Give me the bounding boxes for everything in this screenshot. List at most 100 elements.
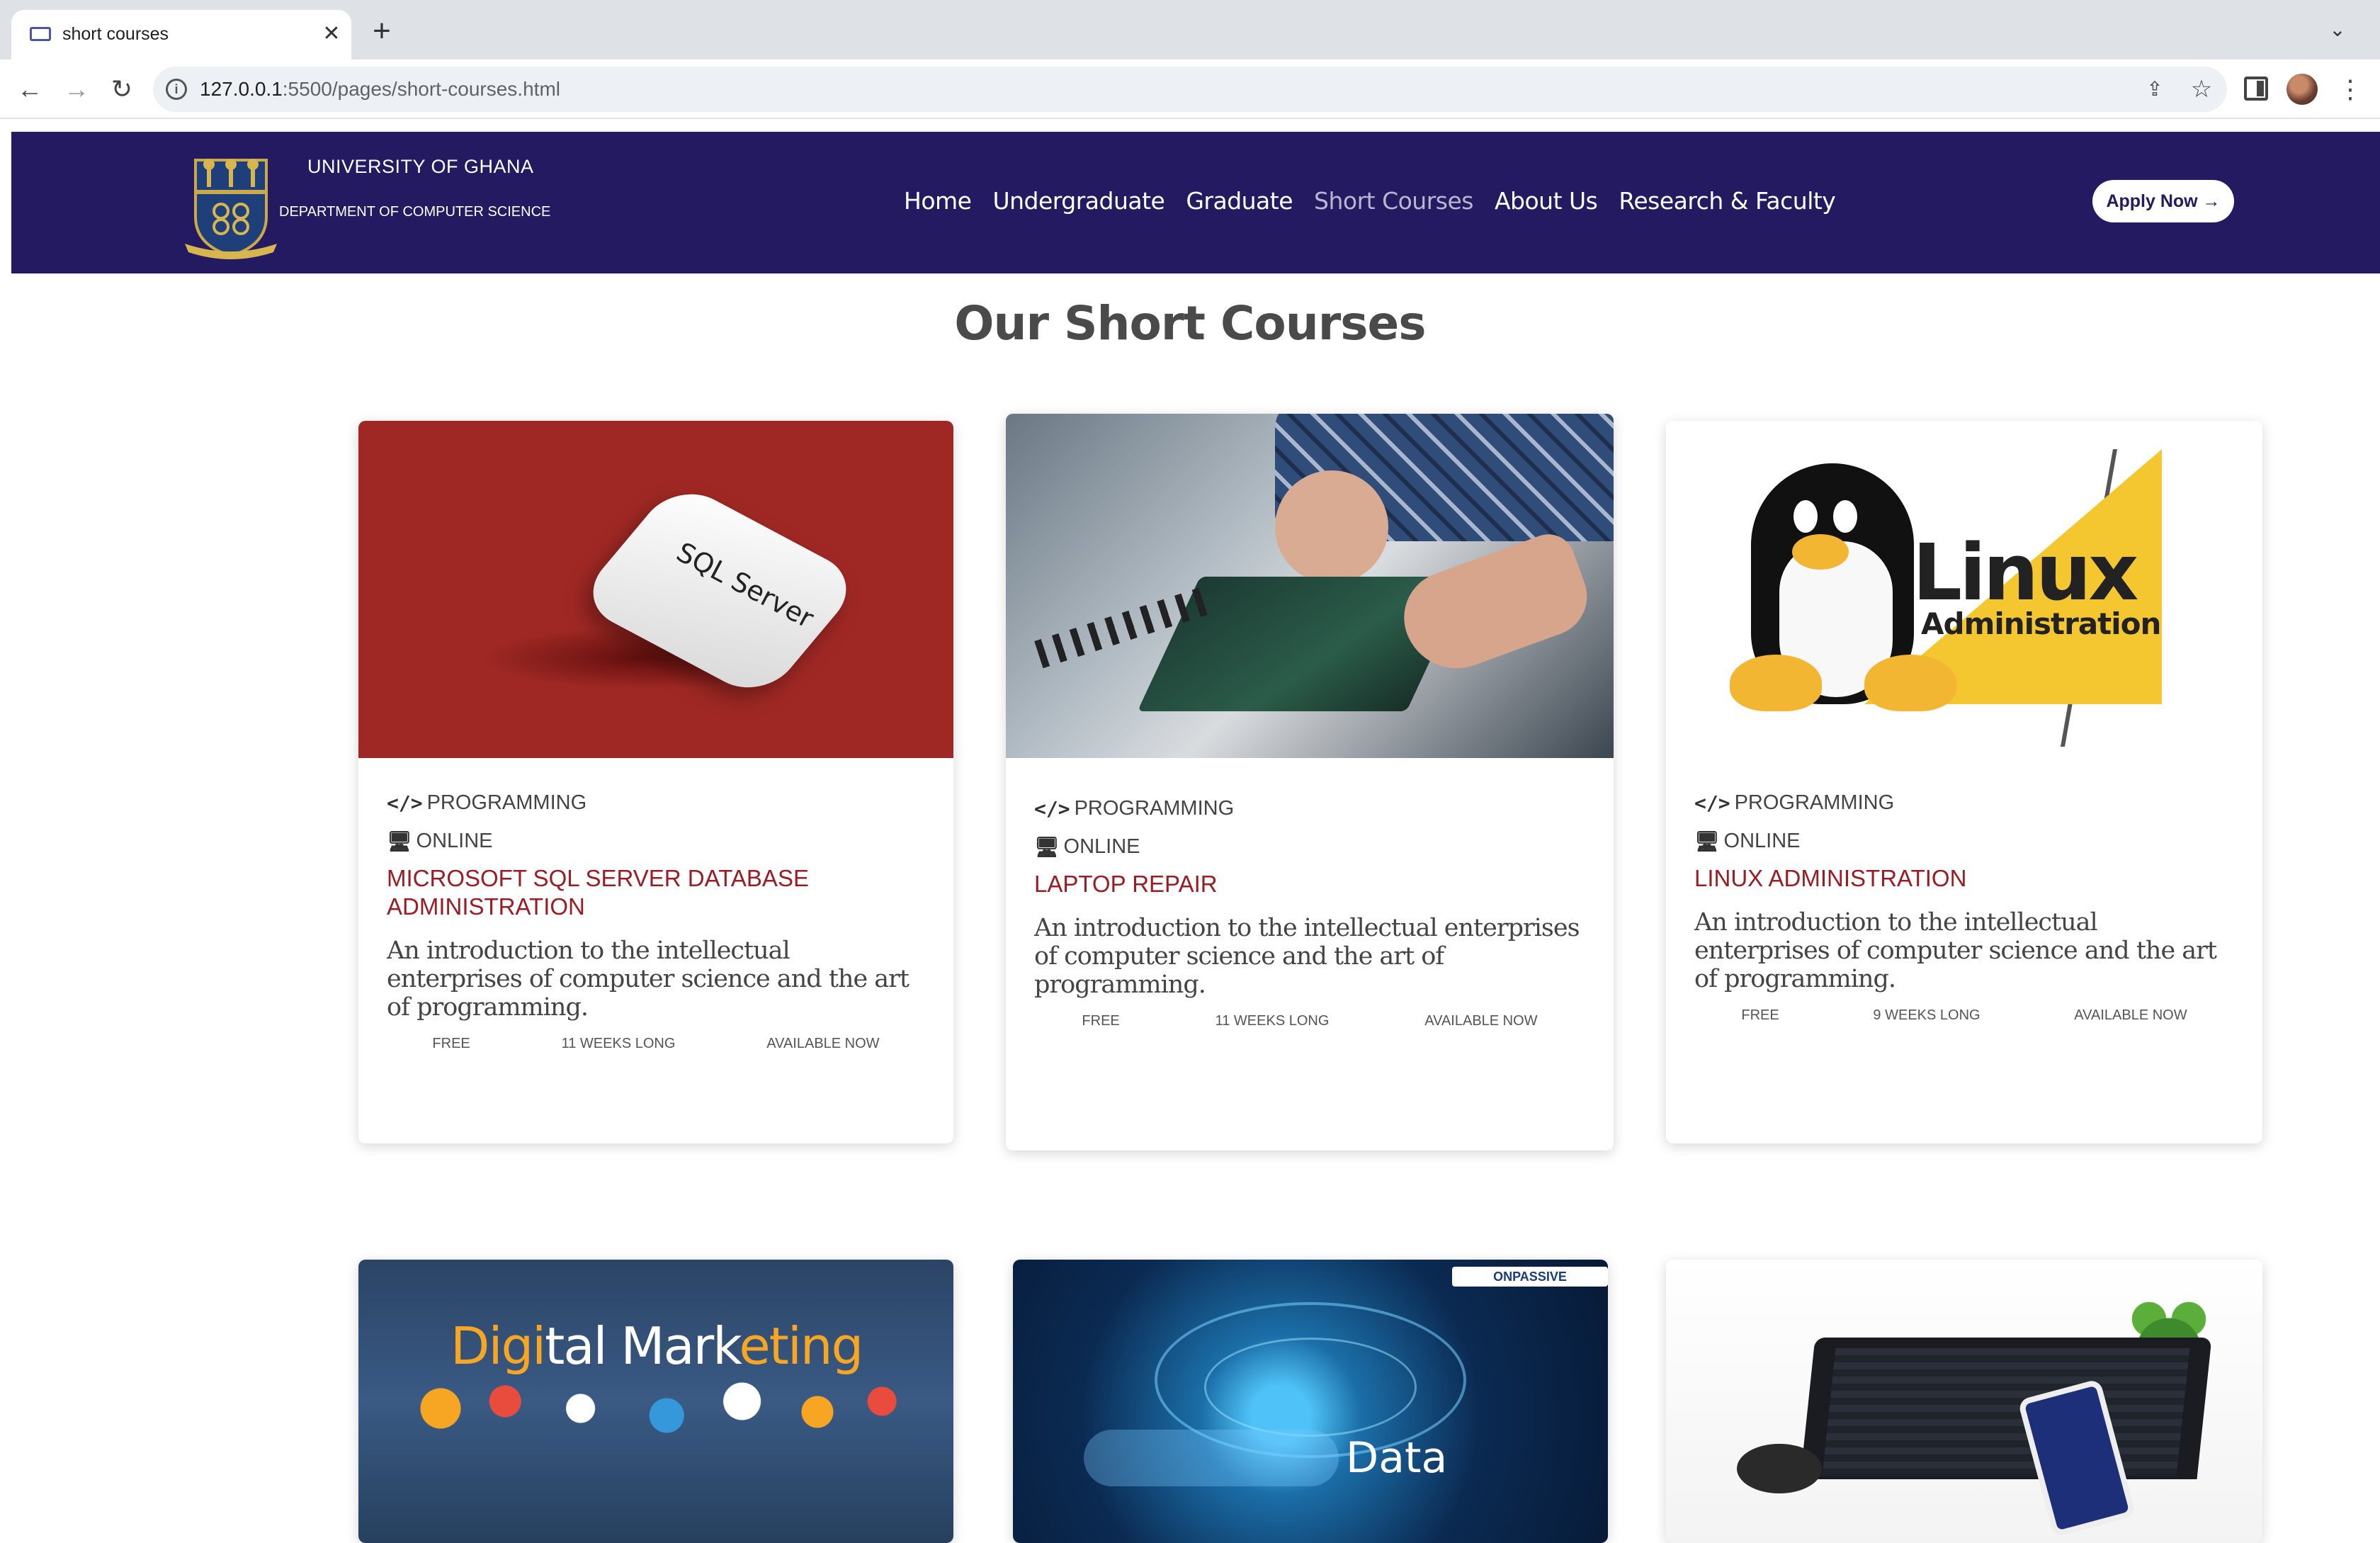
course-title[interactable]: LAPTOP REPAIR — [1034, 870, 1585, 898]
digital-marketing-image-text: Digital Marketing — [450, 1316, 863, 1376]
photo-hand-left — [1275, 470, 1388, 584]
course-mode: 🖥 ONLINE — [387, 822, 925, 860]
tab-search-icon[interactable]: ⌄ — [2323, 16, 2352, 44]
linux-logo-text: Linux — [1912, 527, 2138, 618]
nav-about-us[interactable]: About Us — [1495, 187, 1598, 215]
browser-menu-icon[interactable]: ⋮ — [2338, 72, 2363, 106]
page-title: Our Short Courses — [954, 296, 1426, 351]
new-tab-button[interactable]: + — [366, 16, 398, 48]
course-image-laptop-repair — [1006, 414, 1614, 758]
nav-home[interactable]: Home — [904, 187, 972, 215]
linux-logo-subtext: Administration — [1921, 606, 2161, 641]
site-header: UNIVERSITY OF GHANA DEPARTMENT OF COMPUT… — [11, 132, 2380, 273]
image-text-part: eting — [739, 1316, 863, 1376]
tux-eye-right — [1833, 500, 1857, 533]
course-price: FREE — [1082, 1013, 1120, 1029]
course-mode: 🖥 ONLINE — [1034, 827, 1585, 866]
course-image-development — [1666, 1260, 2262, 1543]
mouse-graphic — [1737, 1444, 1822, 1493]
course-card-development[interactable] — [1666, 1260, 2262, 1543]
course-body: </> PROGRAMMING 🖥 ONLINE LAPTOP REPAIR An … — [1006, 789, 1614, 1029]
course-price: FREE — [1741, 1007, 1779, 1023]
nav-graduate[interactable]: Graduate — [1186, 187, 1293, 215]
address-bar[interactable]: i 127.0.0.1:5500/pages/short-courses.htm… — [153, 67, 2227, 112]
marketing-icons-cluster — [387, 1373, 925, 1444]
course-title[interactable]: MICROSOFT SQL SERVER DATABASE ADMINISTRA… — [387, 864, 925, 921]
apply-now-button[interactable]: Apply Now → — [2092, 180, 2234, 222]
forward-icon[interactable]: → — [60, 72, 94, 106]
course-card-digital-marketing[interactable]: Digital Marketing — [358, 1260, 953, 1543]
tux-foot-left — [1730, 655, 1822, 711]
tab-title: short courses — [62, 24, 169, 44]
course-stats: FREE 11 WEEKS LONG AVAILABLE NOW — [387, 1036, 925, 1052]
course-card-laptop-repair[interactable]: </> PROGRAMMING 🖥 ONLINE LAPTOP REPAIR An … — [1006, 414, 1614, 1151]
code-icon: </> — [387, 791, 423, 815]
browser-tab[interactable]: short courses ✕ — [11, 10, 351, 60]
course-availability: AVAILABLE NOW — [2074, 1007, 2187, 1023]
monitor-icon: 🖥 — [1694, 829, 1720, 853]
course-stats: FREE 9 WEEKS LONG AVAILABLE NOW — [1694, 1007, 2234, 1024]
code-icon: </> — [1694, 791, 1730, 815]
university-name: UNIVERSITY OF GHANA — [307, 156, 534, 177]
course-description: An introduction to the intellectual ente… — [387, 937, 910, 1022]
favicon-icon — [30, 27, 51, 41]
code-icon: </> — [1034, 796, 1070, 820]
course-card-linux[interactable]: Linux Administration </> PROGRAMMING 🖥 ONL… — [1666, 421, 2262, 1143]
department-name: DEPARTMENT OF COMPUTER SCIENCE — [279, 204, 551, 220]
course-image-digital-marketing: Digital Marketing — [358, 1260, 953, 1543]
mode-label: ONLINE — [1723, 829, 1801, 852]
data-hand-graphic — [1084, 1430, 1339, 1486]
nav-short-courses[interactable]: Short Courses — [1314, 187, 1473, 215]
url-host: 127.0.0.1 — [200, 78, 283, 100]
course-image-sql-server: SQL Server — [358, 421, 953, 758]
monitor-icon: 🖥 — [1034, 835, 1060, 859]
nav-undergraduate[interactable]: Undergraduate — [992, 187, 1164, 215]
course-category: </> PROGRAMMING — [387, 784, 925, 822]
course-image-linux: Linux Administration — [1666, 421, 2262, 758]
course-description: An introduction to the intellectual ente… — [1034, 914, 1580, 999]
site-info-icon[interactable]: i — [166, 79, 187, 100]
course-image-data: ONPASSIVE Data — [1013, 1260, 1608, 1543]
tux-foot-right — [1864, 655, 1956, 711]
course-card-data[interactable]: ONPASSIVE Data — [1013, 1260, 1608, 1543]
nav-research-faculty[interactable]: Research & Faculty — [1619, 187, 1835, 215]
data-ring-graphic — [1204, 1338, 1417, 1437]
mode-label: ONLINE — [416, 829, 493, 852]
monitor-icon: 🖥 — [387, 829, 412, 853]
bookmark-star-icon[interactable]: ☆ — [2187, 75, 2216, 103]
course-price: FREE — [432, 1036, 470, 1051]
url-text[interactable]: 127.0.0.1:5500/pages/short-courses.html — [200, 78, 560, 101]
course-title[interactable]: LINUX ADMINISTRATION — [1694, 864, 2234, 893]
course-availability: AVAILABLE NOW — [1424, 1013, 1538, 1029]
browser-toolbar: ← → ↻ i 127.0.0.1:5500/pages/short-cours… — [0, 60, 2380, 119]
share-icon[interactable]: ⇪ — [2142, 77, 2168, 102]
course-duration: 11 WEEKS LONG — [561, 1036, 676, 1051]
data-image-text: Data — [1346, 1433, 1448, 1483]
category-label: PROGRAMMING — [1734, 791, 1895, 814]
image-text-part: Digi — [450, 1316, 546, 1376]
image-text-part: tal Mark — [545, 1316, 740, 1376]
mode-label: ONLINE — [1063, 835, 1140, 858]
url-path: :5500/pages/short-courses.html — [282, 78, 560, 100]
tux-beak — [1792, 534, 1849, 570]
course-stats: FREE 11 WEEKS LONG AVAILABLE NOW — [1034, 1013, 1585, 1029]
reload-icon[interactable]: ↻ — [105, 72, 139, 106]
course-body: </> PROGRAMMING 🖥 ONLINE LINUX ADMINISTRAT… — [1666, 784, 2262, 1024]
onpassive-logo: ONPASSIVE — [1452, 1267, 1608, 1287]
university-crest-logo[interactable] — [181, 153, 280, 259]
back-icon[interactable]: ← — [13, 72, 47, 106]
tab-close-icon[interactable]: ✕ — [317, 20, 346, 48]
course-category: </> PROGRAMMING — [1034, 789, 1585, 827]
course-body: </> PROGRAMMING 🖥 ONLINE MICROSOFT SQL SER… — [358, 784, 953, 1052]
tux-eye-left — [1794, 500, 1818, 533]
side-panel-icon[interactable] — [2244, 77, 2268, 101]
course-card-sql-server[interactable]: SQL Server </> PROGRAMMING 🖥 ONLINE MICROS… — [358, 421, 953, 1143]
main-navigation: Home Undergraduate Graduate Short Course… — [904, 187, 1836, 215]
browser-tab-bar: short courses ✕ + ⌄ — [0, 0, 2380, 60]
profile-avatar[interactable] — [2286, 74, 2318, 105]
course-category: </> PROGRAMMING — [1694, 784, 2234, 822]
course-description: An introduction to the intellectual ente… — [1694, 908, 2217, 993]
course-duration: 11 WEEKS LONG — [1215, 1013, 1330, 1029]
category-label: PROGRAMMING — [1074, 796, 1235, 820]
laptop-screen-graphic — [1822, 1348, 2190, 1476]
